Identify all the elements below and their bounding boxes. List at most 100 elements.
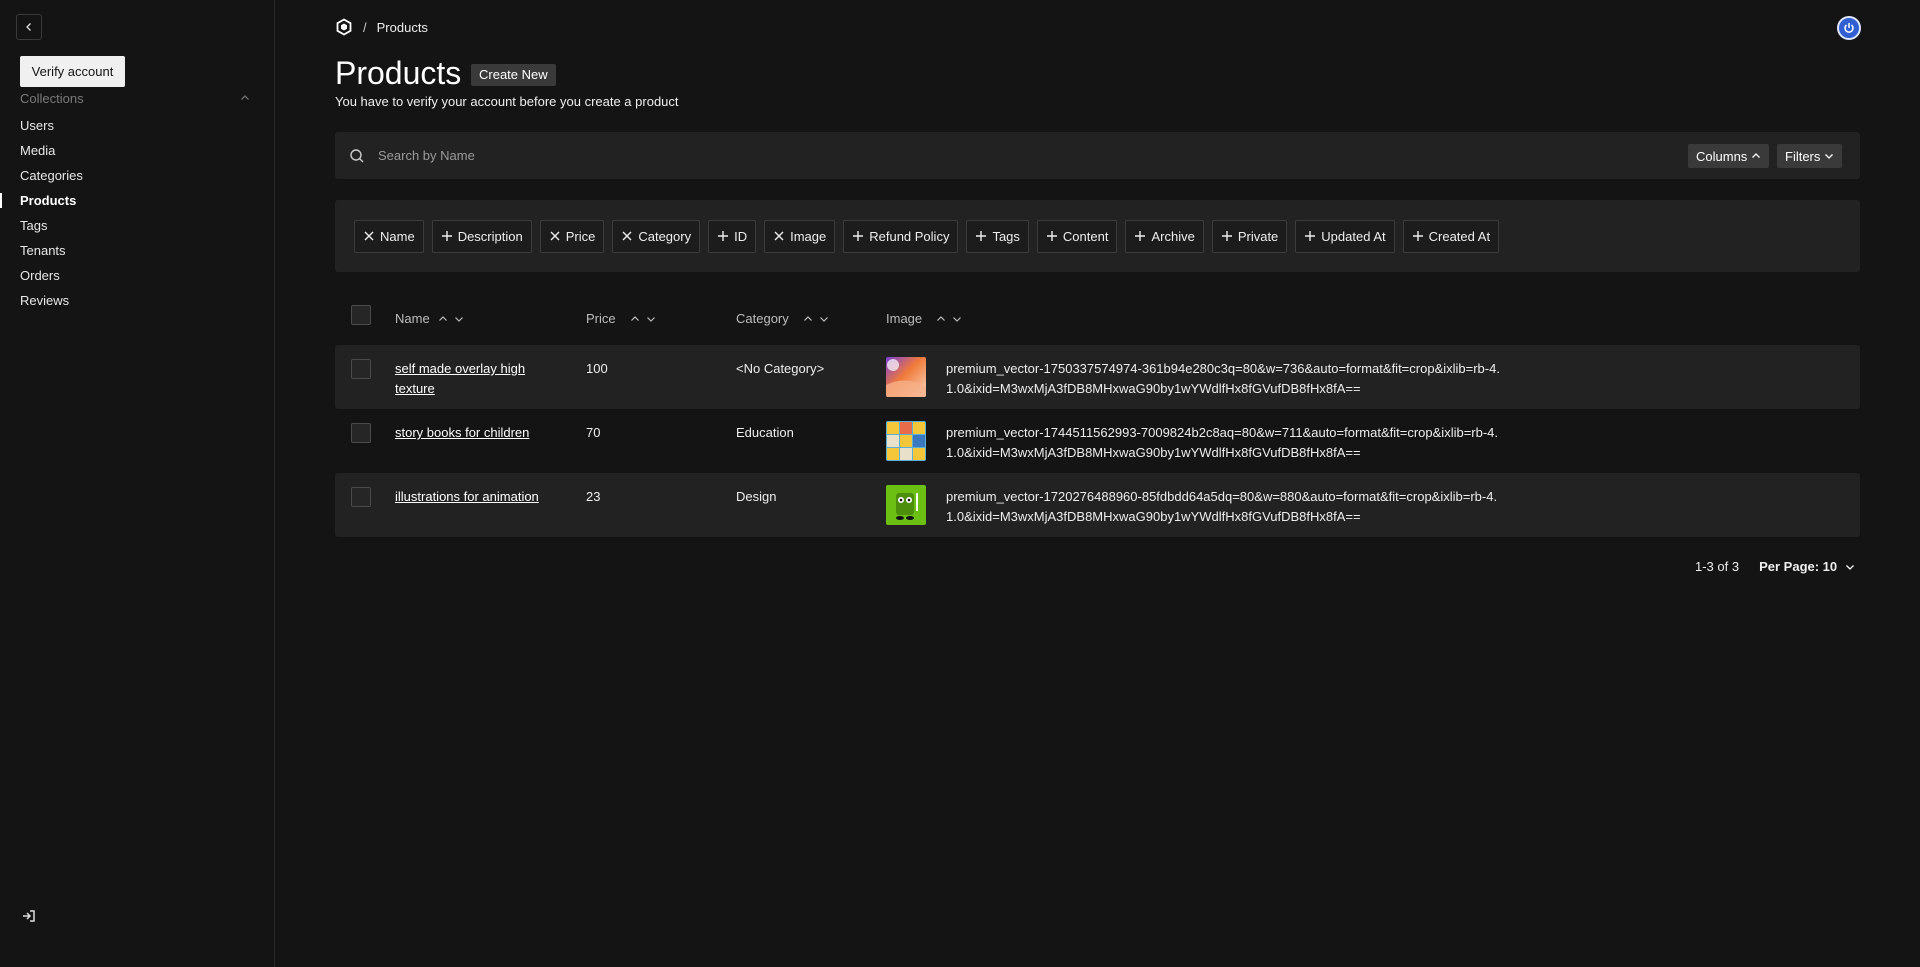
table-row: story books for children 70 Education pr…	[335, 409, 1860, 473]
column-header-image: Image	[886, 311, 962, 326]
sort-ascending-icon[interactable]	[803, 314, 813, 324]
product-link[interactable]: illustrations for animation	[395, 489, 539, 504]
collapse-sidebar-button[interactable]	[16, 14, 42, 40]
sidebar-item-media[interactable]: Media	[0, 138, 275, 163]
columns-button[interactable]: Columns	[1688, 144, 1770, 168]
sort-ascending-icon[interactable]	[936, 314, 946, 324]
image-filename-cell: premium_vector-1720276488960-85fdbdd64a5…	[946, 489, 1498, 524]
table-row: illustrations for animation 23 Design pr…	[335, 473, 1860, 537]
product-name-cell: story books for children	[395, 423, 555, 443]
search-input[interactable]	[378, 142, 1578, 169]
category-cell: <No Category>	[736, 361, 825, 376]
collections-label: Collections	[20, 90, 84, 106]
column-toggle-label: Category	[638, 228, 692, 244]
sort-descending-icon[interactable]	[819, 314, 829, 324]
product-name-cell: self made overlay high texture	[395, 359, 555, 399]
close-icon	[549, 230, 561, 242]
sidebar-item-reviews[interactable]: Reviews	[0, 288, 275, 313]
chevron-left-icon	[26, 23, 31, 31]
plus-icon	[1304, 230, 1316, 242]
sort-ascending-icon[interactable]	[438, 314, 448, 324]
column-toggle-price[interactable]: Price	[539, 219, 605, 253]
sidebar-item-users[interactable]: Users	[0, 113, 275, 138]
column-toggle-refund-policy[interactable]: Refund Policy	[843, 219, 959, 253]
category-cell: Education	[736, 425, 794, 440]
column-toggle-label: Image	[790, 228, 827, 244]
pagination: 1-3 of 3 Per Page: 10	[1695, 559, 1855, 574]
row-checkbox[interactable]	[351, 423, 371, 443]
product-link[interactable]: story books for children	[395, 425, 529, 440]
column-toggle-description[interactable]: Description	[431, 219, 532, 253]
column-toggle-label: Content	[1062, 228, 1109, 244]
plus-icon	[441, 230, 453, 242]
create-new-button[interactable]: Create New	[471, 64, 556, 86]
header-label: Image	[886, 311, 923, 326]
page-title: Products	[335, 55, 462, 91]
table-row: self made overlay high texture 100 <No C…	[335, 345, 1860, 409]
logout-icon[interactable]	[21, 908, 39, 926]
column-toggle-label: Name	[380, 228, 415, 244]
logo-icon[interactable]	[335, 18, 353, 36]
column-toggle-content[interactable]: Content	[1036, 219, 1118, 253]
column-toggle-category[interactable]: Category	[612, 219, 701, 253]
plus-icon	[1412, 230, 1424, 242]
close-icon	[363, 230, 375, 242]
product-thumbnail	[886, 421, 926, 461]
column-toggle-label: Refund Policy	[869, 228, 950, 244]
column-toggle-created-at[interactable]: Created At	[1402, 219, 1500, 253]
plus-icon	[852, 230, 864, 242]
chevron-down-icon	[1825, 154, 1834, 159]
close-icon	[621, 230, 633, 242]
column-selector: Name Description Price Category ID Image Refun…	[335, 200, 1860, 272]
column-toggle-updated-at[interactable]: Updated At	[1295, 219, 1395, 253]
pagination-range: 1-3 of 3	[1695, 559, 1740, 574]
column-header-price: Price	[586, 311, 656, 326]
column-toggle-archive[interactable]: Archive	[1125, 219, 1204, 253]
account-avatar[interactable]	[1837, 16, 1861, 40]
column-toggle-id[interactable]: ID	[708, 219, 757, 253]
header-label: Category	[736, 311, 789, 326]
plus-icon	[1134, 230, 1146, 242]
close-icon	[773, 230, 785, 242]
per-page-select[interactable]: Per Page: 10	[1759, 559, 1855, 574]
collections-nav: Users Media Categories Products Tags Ten…	[0, 113, 275, 313]
row-checkbox[interactable]	[351, 359, 371, 379]
chevron-down-icon	[1846, 564, 1855, 570]
column-toggle-label: Private	[1237, 228, 1279, 244]
sidebar: Verify account Collections Users Media C…	[0, 0, 275, 967]
sidebar-item-tags[interactable]: Tags	[0, 213, 275, 238]
column-toggle-label: Description	[457, 228, 523, 244]
breadcrumb-current: Products	[376, 19, 428, 35]
sidebar-item-products[interactable]: Products	[0, 188, 275, 213]
sidebar-item-orders[interactable]: Orders	[0, 263, 275, 288]
sort-descending-icon[interactable]	[454, 314, 464, 324]
product-thumbnail	[886, 485, 926, 525]
verify-account-button[interactable]: Verify account	[20, 56, 125, 87]
row-checkbox[interactable]	[351, 487, 371, 507]
column-toggle-label: Price	[565, 228, 596, 244]
header-label: Name	[395, 311, 430, 326]
product-name-cell: illustrations for animation	[395, 487, 555, 507]
table-header: Name Price Category Image	[335, 293, 1860, 345]
column-toggle-label: Created At	[1428, 228, 1491, 244]
sort-descending-icon[interactable]	[646, 314, 656, 324]
column-toggle-private[interactable]: Private	[1211, 219, 1288, 253]
column-toggle-label: Archive	[1151, 228, 1195, 244]
column-toggle-label: ID	[734, 228, 748, 244]
plus-icon	[1046, 230, 1058, 242]
product-link[interactable]: self made overlay high texture	[395, 361, 525, 396]
sort-ascending-icon[interactable]	[630, 314, 640, 324]
sort-descending-icon[interactable]	[952, 314, 962, 324]
sidebar-item-categories[interactable]: Categories	[0, 163, 275, 188]
select-all-checkbox[interactable]	[351, 305, 371, 325]
filters-button[interactable]: Filters	[1777, 144, 1843, 168]
chevron-up-icon	[1752, 153, 1761, 158]
column-toggle-name[interactable]: Name	[354, 219, 424, 253]
column-toggle-tags[interactable]: Tags	[966, 219, 1029, 253]
column-toggle-image[interactable]: Image	[764, 219, 836, 253]
sidebar-item-tenants[interactable]: Tenants	[0, 238, 275, 263]
image-filename-cell: premium_vector-1744511562993-7009824b2c8…	[946, 425, 1499, 460]
column-toggle-label: Tags	[992, 228, 1020, 244]
collections-toggle[interactable]: Collections	[20, 89, 250, 107]
price-cell: 100	[586, 361, 608, 376]
